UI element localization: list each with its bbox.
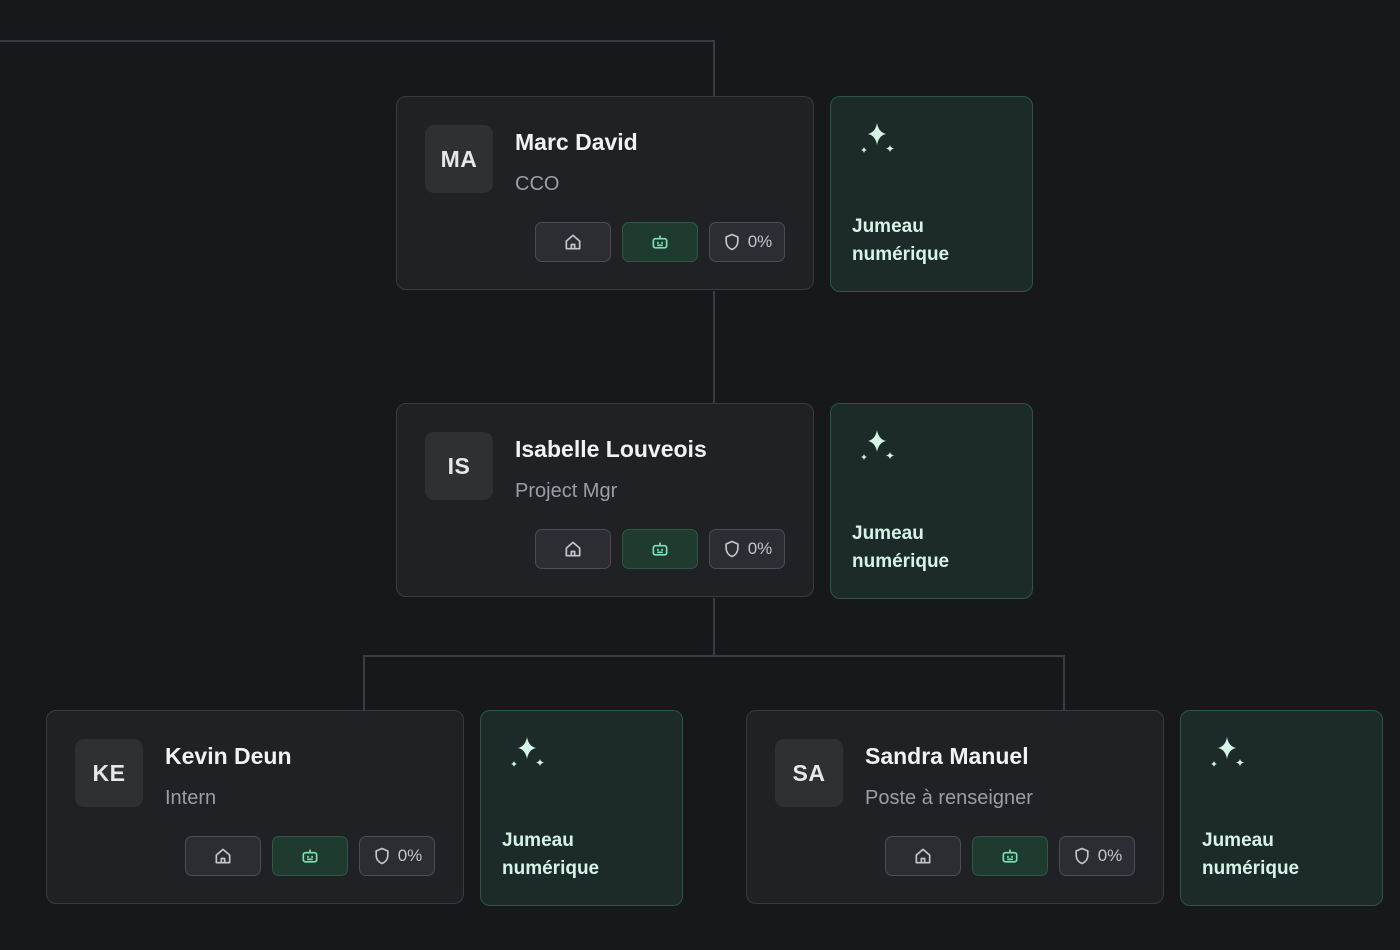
shield-score-button[interactable]: 0% [359, 836, 435, 876]
shield-icon [722, 539, 742, 559]
shield-icon [372, 846, 392, 866]
shield-icon [722, 232, 742, 252]
digital-twin-label: Jumeau numérique [502, 830, 600, 879]
shield-score: 0% [1097, 846, 1123, 865]
agent-button[interactable] [622, 222, 698, 262]
robot-icon [1000, 846, 1020, 866]
person-card-isabelle-louveois[interactable]: IS Isabelle Louveois Project Mgr 0% [396, 403, 814, 597]
home-button[interactable] [535, 529, 611, 569]
home-icon [213, 846, 233, 866]
digital-twin-card[interactable]: Jumeau numérique [830, 403, 1033, 599]
person-card-sandra-manuel[interactable]: SA Sandra Manuel Poste à renseigner 0% [746, 710, 1164, 904]
home-icon [563, 539, 583, 559]
digital-twin-card[interactable]: Jumeau numérique [1180, 710, 1383, 906]
sparkles-icon [1207, 735, 1251, 780]
avatar: MA [425, 125, 493, 193]
person-name: Isabelle Louveois [515, 436, 707, 462]
person-card-marc-david[interactable]: MA Marc David CCO 0% [396, 96, 814, 290]
digital-twin-label: Jumeau numérique [1202, 830, 1300, 879]
agent-button[interactable] [272, 836, 348, 876]
home-button[interactable] [885, 836, 961, 876]
sparkles-icon [857, 428, 901, 473]
home-icon [913, 846, 933, 866]
connector-line [363, 655, 1065, 657]
shield-score: 0% [747, 232, 773, 251]
robot-icon [650, 232, 670, 252]
connector-line [713, 598, 715, 656]
person-role: Project Mgr [515, 480, 618, 502]
person-role: Intern [165, 787, 217, 809]
shield-icon [1072, 846, 1092, 866]
person-card-kevin-deun[interactable]: KE Kevin Deun Intern 0% [46, 710, 464, 904]
home-button[interactable] [535, 222, 611, 262]
person-name: Kevin Deun [165, 743, 292, 769]
shield-score: 0% [397, 846, 423, 865]
card-actions: 0% [185, 836, 435, 876]
avatar: SA [775, 739, 843, 807]
person-name: Sandra Manuel [865, 743, 1029, 769]
digital-twin-card[interactable]: Jumeau numérique [830, 96, 1033, 292]
digital-twin-label: Jumeau numérique [852, 523, 950, 572]
person-role: Poste à renseigner [865, 787, 1033, 809]
robot-icon [650, 539, 670, 559]
connector-line [713, 40, 715, 97]
shield-score-button[interactable]: 0% [1059, 836, 1135, 876]
card-actions: 0% [535, 529, 785, 569]
sparkles-icon [507, 735, 551, 780]
connector-line [1063, 655, 1065, 711]
person-role: CCO [515, 173, 560, 195]
digital-twin-card[interactable]: Jumeau numérique [480, 710, 683, 906]
card-actions: 0% [885, 836, 1135, 876]
shield-score: 0% [747, 539, 773, 558]
card-actions: 0% [535, 222, 785, 262]
shield-score-button[interactable]: 0% [709, 222, 785, 262]
person-name: Marc David [515, 129, 638, 155]
connector-line [363, 655, 365, 711]
robot-icon [300, 846, 320, 866]
avatar: IS [425, 432, 493, 500]
connector-line [713, 291, 715, 404]
home-button[interactable] [185, 836, 261, 876]
home-icon [563, 232, 583, 252]
agent-button[interactable] [622, 529, 698, 569]
digital-twin-label: Jumeau numérique [852, 216, 950, 265]
avatar: KE [75, 739, 143, 807]
agent-button[interactable] [972, 836, 1048, 876]
sparkles-icon [857, 121, 901, 166]
connector-line [0, 40, 715, 42]
shield-score-button[interactable]: 0% [709, 529, 785, 569]
